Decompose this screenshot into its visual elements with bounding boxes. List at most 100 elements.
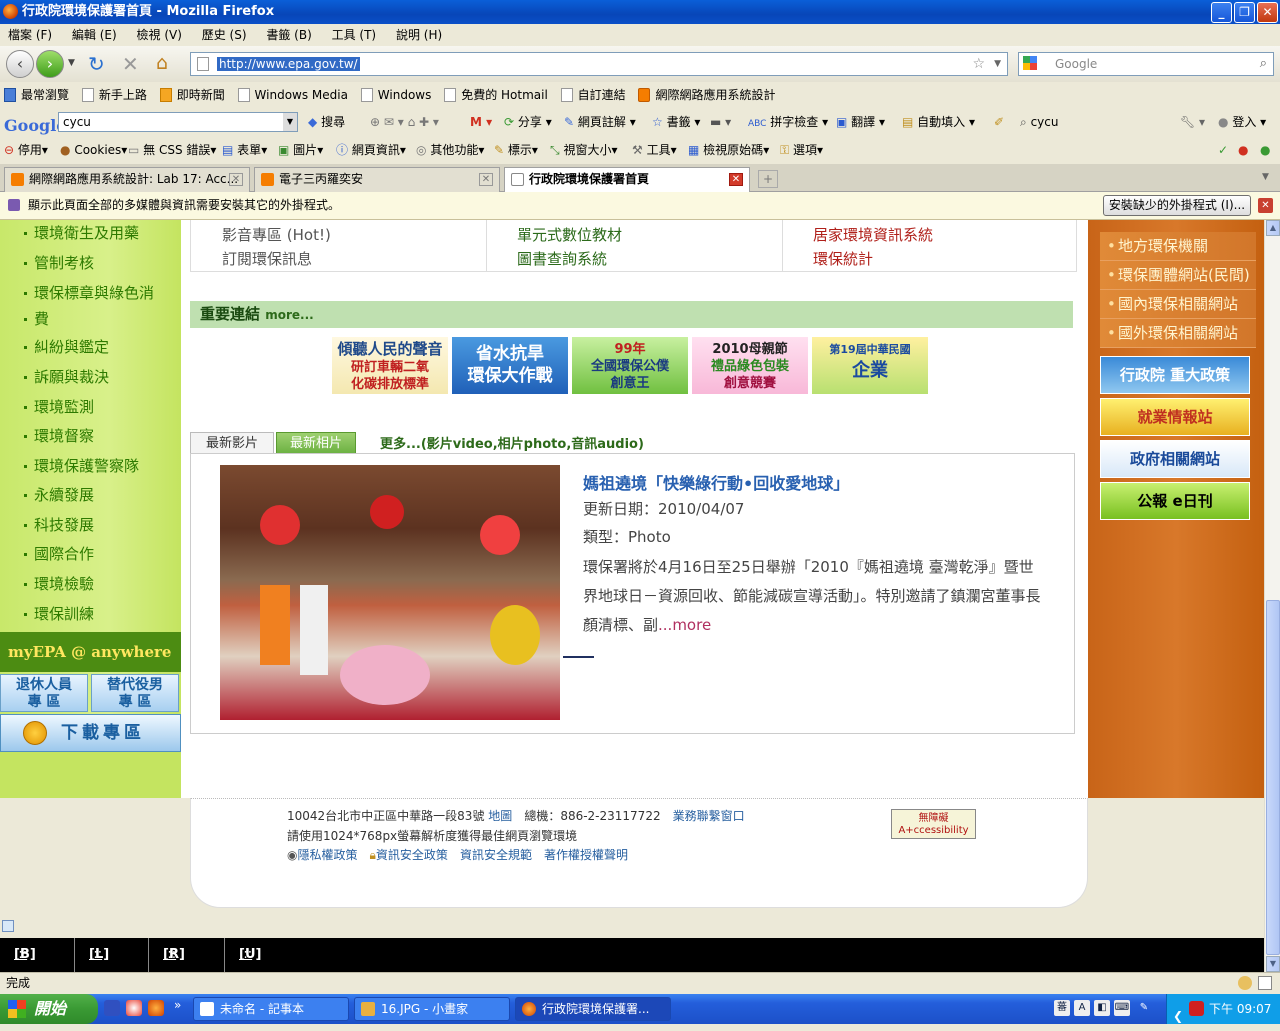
banner-government-sites[interactable]: 政府相關網站 [1100, 440, 1250, 478]
nav-item[interactable]: 環境監測 [23, 393, 94, 421]
google-search-button[interactable]: ◆ 搜尋 [308, 108, 345, 136]
nav-item[interactable]: 國際合作 [23, 540, 94, 568]
quicklaunch-more-icon[interactable]: » [174, 998, 181, 1012]
bookmark-windows[interactable]: Windows [357, 82, 437, 108]
banner-major-policy[interactable]: 行政院 重大政策 [1100, 356, 1250, 394]
login-button[interactable]: ● 登入 ▾ [1218, 108, 1266, 136]
nav-item[interactable]: 訴願與裁決 [23, 363, 109, 391]
banner-voice[interactable]: 傾聽人民的聲音 研訂車輛二氧 化碳排放標準 [332, 337, 448, 394]
google-search-input[interactable]: cycu ▼ [58, 112, 298, 132]
read-more-link[interactable]: ...more [658, 616, 711, 634]
bookmark-hotmail[interactable]: 免費的 Hotmail [440, 82, 553, 108]
bookmark-star-icon[interactable]: ☆ [972, 53, 985, 75]
copyright-link[interactable]: 著作權授權聲明 [544, 848, 628, 862]
nav-item[interactable]: 糾紛與鑑定 [23, 333, 109, 361]
links-more-link[interactable]: more... [265, 308, 313, 322]
myepa-banner[interactable]: myEPA @ anywhere [0, 632, 181, 672]
nav-item[interactable]: 科技發展 [23, 511, 94, 539]
menu-bookmarks[interactable]: 書籤 (B) [258, 24, 319, 46]
tab-blog[interactable]: 電子三丙羅奕安 ✕ [254, 167, 500, 192]
bookmark-getting-started[interactable]: 新手上路 [78, 82, 152, 108]
menu-file[interactable]: 檔案 (F) [0, 24, 60, 46]
spellcheck-button[interactable]: ABC 拼字檢查 ▾ [748, 108, 828, 138]
tab-list-icon[interactable]: ▼ [1262, 172, 1269, 182]
banner-enterprise[interactable]: 第19屆中華民國 企業 [812, 337, 928, 394]
clock[interactable]: 下午 09:07 [1209, 1002, 1271, 1016]
notebook-button[interactable]: ✎ 網頁註解 ▾ [564, 108, 636, 136]
back-icon[interactable]: ‹ [6, 50, 34, 78]
share-button[interactable]: ⟳ 分享 ▾ [504, 108, 552, 136]
nav-item[interactable]: 管制考核 [23, 249, 94, 277]
minimize-button[interactable]: _ [1211, 2, 1232, 23]
edit-icon[interactable] [2, 920, 14, 932]
webdev-info[interactable]: ⓘ 網頁資訊▾ [336, 136, 406, 164]
chrome-icon[interactable] [126, 1000, 142, 1016]
banner-job-info[interactable]: 就業情報站 [1100, 398, 1250, 436]
bookmark-windows-media[interactable]: Windows Media [234, 82, 353, 108]
ime-half-icon[interactable]: ◧ [1094, 1000, 1110, 1016]
bookmark-custom-links[interactable]: 自訂連結 [557, 82, 631, 108]
pen-icon[interactable]: ✎ [1136, 1000, 1152, 1016]
accesskey-u[interactable]: [U] ::: [224, 938, 261, 972]
nav-item[interactable]: 環境檢驗 [23, 570, 94, 598]
menu-history[interactable]: 歷史 (S) [194, 24, 255, 46]
url-dropdown-icon[interactable]: ▼ [994, 53, 1001, 75]
link-local-agencies[interactable]: 地方環保機關 [1100, 232, 1256, 261]
antivirus-icon[interactable] [1189, 1001, 1204, 1016]
home-icon[interactable]: ⌂ [156, 52, 168, 74]
nav-item[interactable]: 環境保護警察隊 [23, 452, 139, 480]
download-area-button[interactable]: 下載專區 [0, 714, 181, 752]
link-ngo-sites[interactable]: 環保團體網站(民間) [1100, 261, 1256, 290]
menu-view[interactable]: 檢視 (V) [129, 24, 190, 46]
webdev-tools[interactable]: ⚒ 工具▾ [632, 136, 677, 164]
url-bar[interactable]: http://www.epa.gov.tw/ ☆ ▼ [190, 52, 1008, 76]
stop-icon[interactable]: ✕ [122, 52, 139, 76]
close-infobar-icon[interactable]: ✕ [1258, 198, 1273, 213]
webdev-images[interactable]: ▣ 圖片▾ [278, 136, 323, 164]
show-desktop-icon[interactable] [104, 1000, 120, 1016]
ime-mode-icon[interactable]: A [1074, 1000, 1090, 1016]
privacy-link[interactable]: 隱私權政策 [297, 848, 357, 862]
start-button[interactable]: 開始 [0, 994, 98, 1024]
link-subscribe[interactable]: 訂閱環保訊息 [222, 247, 312, 271]
bookmarks-button[interactable]: ☆ 書籤 ▾ [652, 108, 700, 136]
accessibility-badge[interactable]: 無障礙 A+ccessibility [891, 809, 976, 839]
substitute-service-button[interactable]: 替代役男專 區 [91, 674, 179, 712]
google-engine-icon[interactable] [1023, 56, 1037, 70]
tab-lab17[interactable]: 網際網路應用系統設計: Lab 17: Acc... ✕ [4, 167, 250, 192]
term-search-button[interactable]: ⌕ cycu [1020, 108, 1058, 136]
maximize-button[interactable]: ❐ [1234, 2, 1255, 23]
link-domestic-sites[interactable]: 國內環保相關網站 [1100, 290, 1256, 319]
link-foreign-sites[interactable]: 國外環保相關網站 [1100, 319, 1256, 348]
translate-button[interactable]: ▣ 翻譯 ▾ [836, 108, 885, 136]
tab-epa[interactable]: 行政院環境保護署首頁 ✕ [504, 167, 750, 193]
link-media-zone[interactable]: 影音專區 (Hot!) [222, 223, 331, 247]
webdev-css[interactable]: ▭ 無 CSS 錯誤▾ [128, 136, 216, 164]
webdev-source[interactable]: ▦ 檢視原始碼▾ [688, 136, 769, 164]
link-statistics[interactable]: 環保統計 [813, 247, 873, 271]
webdev-misc[interactable]: ◎ 其他功能▾ [416, 136, 484, 164]
security-policy-link[interactable]: 資訊安全政策 [376, 848, 448, 862]
link-home-environment[interactable]: 居家環境資訊系統 [813, 223, 933, 247]
webdev-resize[interactable]: ⤡ 視窗大小▾ [550, 136, 617, 164]
menu-help[interactable]: 說明 (H) [388, 24, 450, 46]
ime-icon[interactable]: 蕃 [1054, 1000, 1070, 1016]
forward-icon[interactable]: › [36, 50, 64, 78]
accesskey-l[interactable]: [L] ::: [74, 938, 109, 972]
banner-water[interactable]: 省水抗旱 環保大作戰 [452, 337, 568, 394]
accesskey-b[interactable]: [B] ::: [14, 938, 36, 972]
webdev-options[interactable]: ⚿ 選項▾ [780, 136, 823, 164]
webdev-disable[interactable]: ⊖ 停用▾ [4, 136, 48, 164]
tray-expand-icon[interactable]: ❮ [1173, 1001, 1183, 1031]
link-library-search[interactable]: 圖書查詢系統 [517, 247, 607, 271]
menu-tools[interactable]: 工具 (T) [324, 24, 385, 46]
toolbar-misc-icons[interactable]: ⊕ ✉ ▾ ⌂ ✚ ▾ [370, 108, 439, 136]
webdev-forms[interactable]: ▤ 表單▾ [222, 136, 267, 164]
history-dropdown-icon[interactable]: ▼ [68, 58, 75, 68]
close-tab-icon[interactable]: ✕ [229, 173, 243, 186]
retired-staff-button[interactable]: 退休人員專 區 [0, 674, 88, 712]
close-tab-icon[interactable]: ✕ [479, 173, 493, 186]
reload-icon[interactable]: ↻ [88, 52, 105, 76]
tab-latest-photos[interactable]: 最新相片 [276, 432, 356, 454]
task-paint[interactable]: 16.JPG - 小畫家 [354, 997, 510, 1021]
